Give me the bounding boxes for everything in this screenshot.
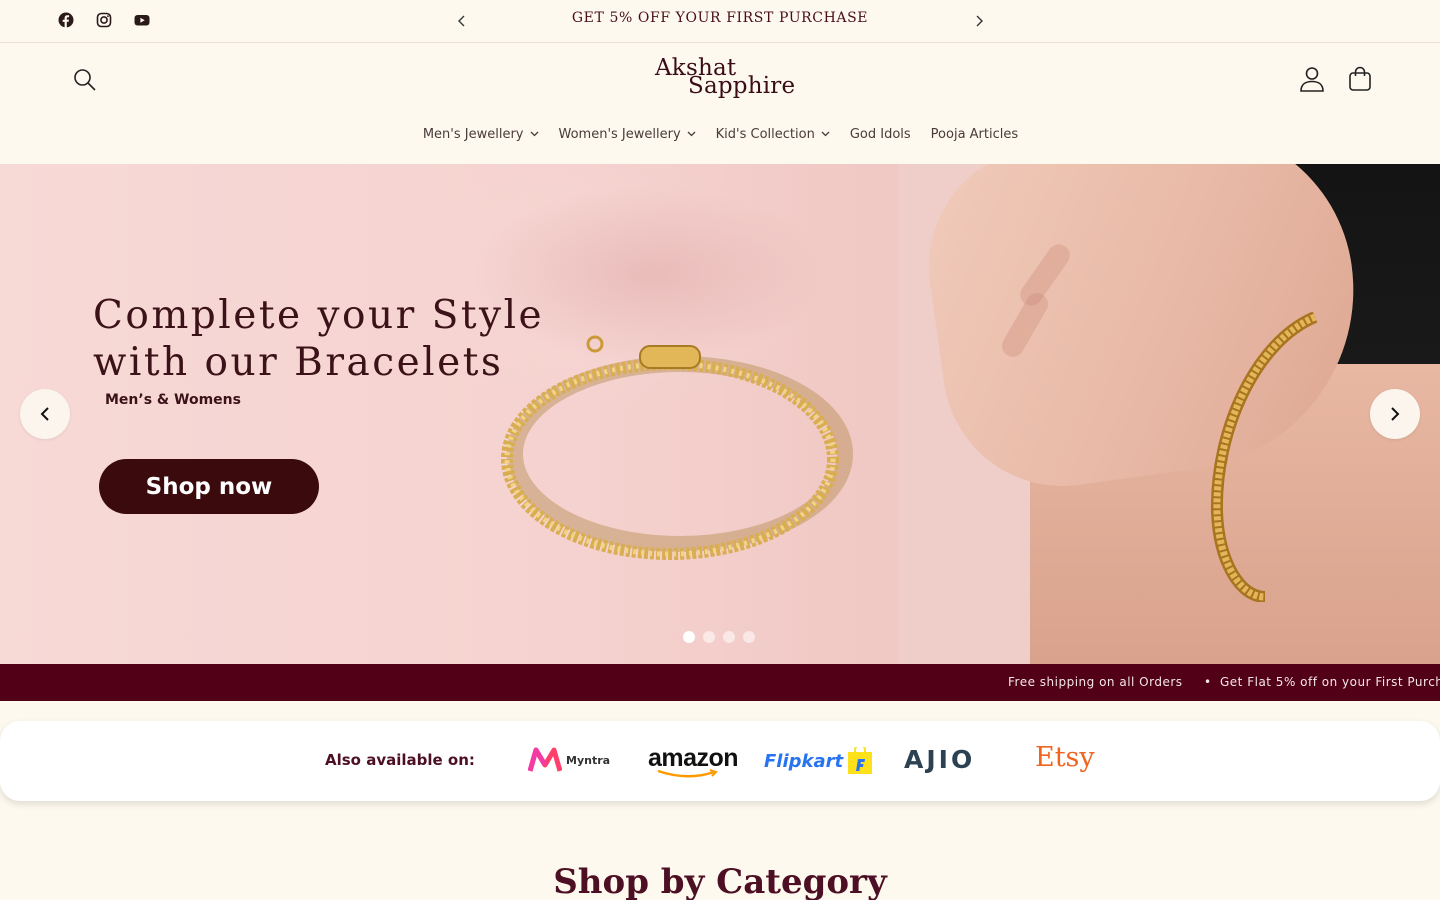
slide-dots xyxy=(683,631,755,643)
account-button[interactable] xyxy=(1299,65,1325,93)
instagram-icon[interactable] xyxy=(96,12,112,28)
ajio-logo[interactable]: AJIO xyxy=(904,745,975,774)
nav-pooja-articles[interactable]: Pooja Articles xyxy=(931,127,1018,142)
section-title: Shop by Category xyxy=(553,862,887,900)
search-button[interactable] xyxy=(72,67,98,93)
cart-button[interactable] xyxy=(1347,65,1373,93)
slide-dot-4[interactable] xyxy=(743,631,755,643)
bracelet-on-wrist-image xyxy=(1210,312,1318,602)
slide-next-button[interactable] xyxy=(1370,389,1420,439)
nav-god-idols[interactable]: God Idols xyxy=(850,127,911,142)
amazon-smile-icon xyxy=(657,769,718,778)
site-header: Akshat Sapphire Men's Jewellery Women's … xyxy=(0,43,1440,164)
chevron-right-icon xyxy=(976,15,983,27)
logo-line-2: Sapphire xyxy=(688,73,796,99)
nav-label: Pooja Articles xyxy=(930,127,1019,142)
marquee-item: Get Flat 5% off on your First Purchas xyxy=(1220,675,1440,689)
flipkart-logo[interactable]: Flipkart xyxy=(764,747,873,775)
nav-womens-jewellery[interactable]: Women's Jewellery xyxy=(559,127,696,142)
announcement-next-button[interactable] xyxy=(970,12,988,30)
nav-kids-collection[interactable]: Kid's Collection xyxy=(716,127,830,142)
social-links xyxy=(58,12,150,28)
hero-title-line-1: Complete your Style xyxy=(93,293,545,338)
hero-title: Complete your Style with our Bracelets xyxy=(93,292,544,386)
nav-label: God Idols xyxy=(849,127,911,142)
site-logo[interactable]: Akshat Sapphire xyxy=(640,55,800,105)
chevron-left-icon xyxy=(458,15,465,27)
flipkart-wordmark: Flipkart xyxy=(764,750,844,772)
hero-title-line-2: with our Bracelets xyxy=(93,340,504,385)
chevron-right-icon xyxy=(1391,407,1400,421)
nav-mens-jewellery[interactable]: Men's Jewellery xyxy=(423,127,539,142)
slide-dot-1[interactable] xyxy=(683,631,695,643)
hero-subtitle: Men’s & Womens xyxy=(105,392,241,408)
chevron-down-icon xyxy=(530,130,539,140)
announcement-text: GET 5% OFF YOUR FIRST PURCHASE xyxy=(571,10,869,26)
announcement-prev-button[interactable] xyxy=(453,12,471,30)
also-available-bar: Also available on: Myntra amazon Flipkar… xyxy=(0,721,1440,801)
amazon-logo[interactable]: amazon xyxy=(648,744,739,778)
etsy-logo[interactable]: Etsy xyxy=(1035,742,1095,773)
youtube-icon[interactable] xyxy=(134,12,150,28)
nav-label: Kid's Collection xyxy=(715,127,815,142)
slide-dot-2[interactable] xyxy=(703,631,715,643)
chevron-down-icon xyxy=(687,130,696,140)
promo-marquee: Free shipping on all Orders • Get Flat 5… xyxy=(0,664,1440,701)
slide-dot-3[interactable] xyxy=(723,631,735,643)
amazon-wordmark: amazon xyxy=(648,744,739,772)
marquee-item: Free shipping on all Orders xyxy=(1008,675,1183,689)
nav-label: Women's Jewellery xyxy=(558,127,681,142)
myntra-logo[interactable]: Myntra xyxy=(528,747,610,773)
hero-slideshow: Complete your Style with our Bracelets M… xyxy=(0,164,1440,664)
myntra-icon xyxy=(528,747,562,772)
chevron-down-icon xyxy=(821,130,830,140)
marquee-separator: • xyxy=(1204,675,1212,689)
also-available-label: Also available on: xyxy=(325,751,475,769)
shop-now-button[interactable]: Shop now xyxy=(99,459,319,514)
slide-prev-button[interactable] xyxy=(20,389,70,439)
user-icon xyxy=(1300,67,1324,92)
cart-icon xyxy=(1349,66,1371,91)
bracelet-product-image xyxy=(501,335,853,560)
search-icon xyxy=(74,69,96,91)
flipkart-bag-icon xyxy=(848,747,873,774)
nav-label: Men's Jewellery xyxy=(422,127,524,142)
main-navigation: Men's Jewellery Women's Jewellery Kid's … xyxy=(0,127,1440,142)
chevron-left-icon xyxy=(40,407,49,421)
myntra-wordmark: Myntra xyxy=(566,753,611,767)
facebook-icon[interactable] xyxy=(58,12,74,28)
announcement-bar: GET 5% OFF YOUR FIRST PURCHASE xyxy=(0,0,1440,43)
